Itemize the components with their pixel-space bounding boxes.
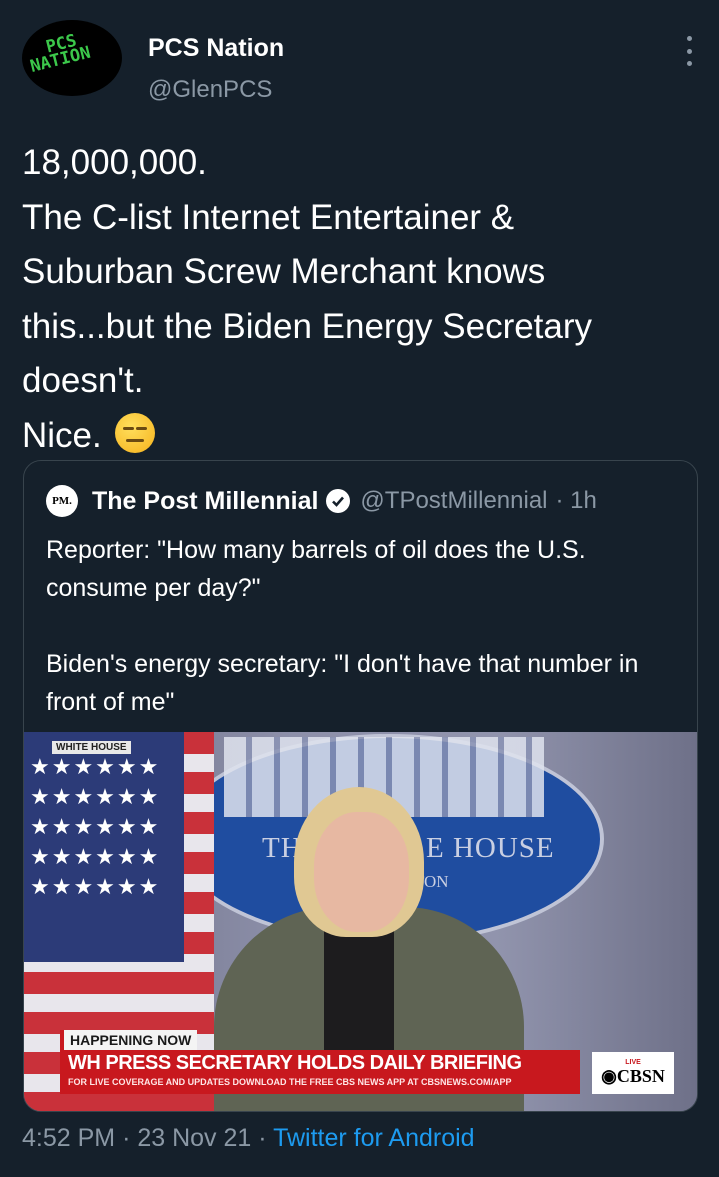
quoted-tweet-text: Reporter: "How many barrels of oil does …	[46, 536, 639, 716]
footer-separator-2: ·	[258, 1124, 267, 1152]
cbsn-logo: LIVE ◉CBSN	[592, 1052, 674, 1094]
quoted-author-name: The Post Millennial	[92, 486, 319, 515]
tweet-text: 18,000,000. The C-list Internet Entertai…	[22, 136, 712, 463]
avatar[interactable]: PCS NATION	[22, 20, 122, 96]
verified-badge-icon	[326, 489, 351, 513]
lower-third-headline: WH PRESS SECRETARY HOLDS DAILY BRIEFING	[68, 1052, 522, 1074]
more-options-icon[interactable]	[683, 36, 695, 66]
tweet-time[interactable]: 4:52 PM	[22, 1124, 115, 1152]
flag-stars: ★★★★★★★★★★★★★★★★★★★★★★★★★★★★★★	[24, 732, 184, 962]
quoted-tweet[interactable]: PM. The Post Millennial @TPostMillennial…	[23, 460, 698, 1112]
footer-separator: ·	[122, 1124, 131, 1152]
quoted-avatar: PM.	[46, 485, 78, 517]
network-name: ◉CBSN	[601, 1066, 665, 1086]
tweet-body: 18,000,000. The C-list Internet Entertai…	[22, 143, 593, 455]
source-app-link[interactable]: Twitter for Android	[273, 1124, 474, 1152]
tweet-header: PCS NATION PCS Nation @GlenPCS	[22, 18, 697, 103]
seal-text-right: E HOUSE	[426, 832, 555, 864]
author-handle[interactable]: @GlenPCS	[148, 76, 272, 104]
lower-third-subline: FOR LIVE COVERAGE AND UPDATES DOWNLOAD T…	[68, 1077, 512, 1087]
lower-third-bar: WH PRESS SECRETARY HOLDS DAILY BRIEFING …	[60, 1050, 580, 1094]
quoted-author-handle: @TPostMillennial	[360, 487, 548, 514]
tweet-footer: 4:52 PM · 23 Nov 21 · Twitter for Androi…	[22, 1124, 475, 1153]
speaker-face	[314, 812, 409, 932]
quoted-time: · 1h	[555, 487, 597, 514]
live-label: LIVE	[625, 1059, 641, 1066]
quoted-media-video-frame[interactable]: THE E HOUSE IGTON ★★★★★★★★★★★★★★★★★★★★★★…	[24, 732, 697, 1111]
author-name[interactable]: PCS Nation	[148, 34, 284, 63]
avatar-logo-text: PCS NATION	[28, 30, 93, 77]
white-house-tag: WHITE HOUSE	[52, 741, 131, 754]
quoted-tweet-header: PM. The Post Millennial @TPostMillennial…	[46, 485, 597, 517]
expressionless-face-icon	[115, 412, 156, 453]
tweet-date[interactable]: 23 Nov 21	[137, 1124, 251, 1152]
happening-now-label: HAPPENING NOW	[60, 1030, 198, 1050]
